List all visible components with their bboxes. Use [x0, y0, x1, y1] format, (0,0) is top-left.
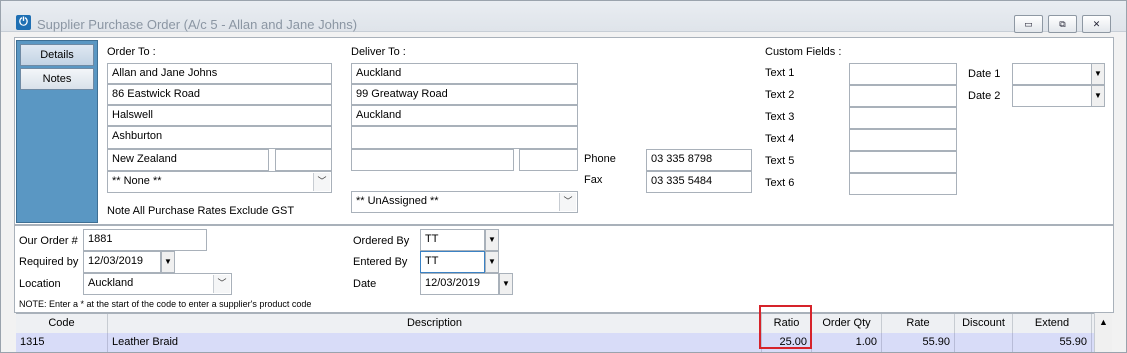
entered-by-field[interactable]: TT	[420, 251, 485, 273]
date-label: Date	[353, 278, 377, 290]
cell-code[interactable]: 1315	[16, 333, 108, 352]
deliver-to-line4[interactable]	[351, 126, 578, 149]
scroll-up-icon[interactable]: ▲	[1099, 317, 1108, 327]
col-description[interactable]: Description	[108, 314, 762, 333]
text2-field[interactable]	[849, 85, 957, 107]
cell-discount[interactable]	[955, 333, 1013, 352]
text5-label: Text 5	[765, 155, 795, 167]
order-to-postcode[interactable]	[275, 149, 332, 171]
date1-dropdown-icon[interactable]: ▼	[1091, 63, 1105, 85]
date-field[interactable]: 12/03/2019	[420, 273, 499, 295]
side-nav: Details Notes	[16, 40, 98, 223]
phone-field[interactable]: 03 335 8798	[646, 149, 752, 171]
text6-field[interactable]	[849, 173, 957, 195]
date2-label: Date 2	[968, 90, 1001, 102]
required-by-field[interactable]: 12/03/2019	[83, 251, 161, 273]
fax-field[interactable]: 03 335 5484	[646, 171, 752, 193]
date-dropdown-icon[interactable]: ▼	[499, 273, 513, 295]
col-ratio[interactable]: Ratio	[762, 314, 812, 333]
date1-field[interactable]	[1012, 63, 1092, 85]
order-to-country[interactable]: New Zealand	[107, 149, 269, 171]
close-button[interactable]: ✕	[1082, 15, 1111, 33]
date2-dropdown-icon[interactable]: ▼	[1091, 85, 1105, 107]
deliver-to-postcode[interactable]	[519, 149, 578, 171]
location-label: Location	[19, 278, 61, 290]
minimize-button[interactable]: ▭	[1014, 15, 1043, 33]
title-bar: ⏻ Supplier Purchase Order (A/c 5 - Allan…	[1, 1, 1126, 33]
col-rate[interactable]: Rate	[882, 314, 955, 333]
col-discount[interactable]: Discount	[955, 314, 1013, 333]
grid-scrollbar[interactable]: ▲	[1094, 313, 1112, 352]
chevron-down-icon[interactable]: ﹀	[559, 193, 576, 211]
deliver-to-line5[interactable]	[351, 149, 514, 171]
restore-button[interactable]: ⧉	[1048, 15, 1077, 33]
ordered-by-dropdown-icon[interactable]: ▼	[485, 229, 499, 251]
location-value: Auckland	[88, 277, 134, 289]
purchase-order-window: ⏻ Supplier Purchase Order (A/c 5 - Allan…	[0, 0, 1127, 353]
deliver-to-line1[interactable]: Auckland	[351, 63, 578, 84]
text2-label: Text 2	[765, 89, 795, 101]
tax-combo[interactable]: ** None ** ﹀	[107, 171, 332, 193]
col-order-qty[interactable]: Order Qty	[812, 314, 882, 333]
tab-notes[interactable]: Notes	[20, 68, 94, 90]
text4-label: Text 4	[765, 133, 795, 145]
entered-by-label: Entered By	[353, 256, 408, 268]
entered-by-dropdown-icon[interactable]: ▼	[485, 251, 499, 273]
gst-note: Note All Purchase Rates Exclude GST	[107, 205, 295, 217]
our-order-label: Our Order #	[19, 235, 78, 247]
delivery-combo-value: ** UnAssigned **	[356, 195, 439, 207]
col-extend[interactable]: Extend	[1013, 314, 1092, 333]
cell-description[interactable]: Leather Braid	[108, 333, 762, 352]
order-to-line2[interactable]: 86 Eastwick Road	[107, 84, 332, 105]
table-row[interactable]: 1315 Leather Braid 25.00 1.00 55.90 55.9…	[16, 333, 1111, 352]
text6-label: Text 6	[765, 177, 795, 189]
tax-combo-value: ** None **	[112, 175, 162, 187]
delivery-combo[interactable]: ** UnAssigned ** ﹀	[351, 191, 578, 213]
date1-label: Date 1	[968, 68, 1001, 80]
phone-label: Phone	[584, 153, 616, 165]
window-title: Supplier Purchase Order (A/c 5 - Allan a…	[37, 17, 358, 32]
supplier-code-note: NOTE: Enter a * at the start of the code…	[19, 299, 312, 309]
fax-label: Fax	[584, 174, 603, 186]
text1-label: Text 1	[765, 67, 795, 79]
our-order-field[interactable]: 1881	[83, 229, 207, 251]
deliver-to-line2[interactable]: 99 Greatway Road	[351, 84, 578, 105]
ordered-by-field[interactable]: TT	[420, 229, 485, 251]
chevron-down-icon[interactable]: ﹀	[213, 275, 230, 293]
deliver-to-label: Deliver To :	[351, 46, 406, 58]
chevron-down-icon[interactable]: ﹀	[313, 173, 330, 191]
order-to-line3[interactable]: Halswell	[107, 105, 332, 126]
lines-grid-header: Code Description Ratio Order Qty Rate Di…	[16, 313, 1111, 334]
required-by-label: Required by	[19, 256, 79, 268]
text3-field[interactable]	[849, 107, 957, 129]
power-icon: ⏻	[16, 15, 31, 30]
order-to-line4[interactable]: Ashburton	[107, 126, 332, 149]
tab-details[interactable]: Details	[20, 44, 94, 66]
cell-ratio[interactable]: 25.00	[762, 333, 812, 352]
custom-fields-label: Custom Fields :	[765, 46, 842, 58]
order-to-label: Order To :	[107, 46, 156, 58]
text1-field[interactable]	[849, 63, 957, 85]
order-to-line1[interactable]: Allan and Jane Johns	[107, 63, 332, 84]
date2-field[interactable]	[1012, 85, 1092, 107]
cell-order-qty[interactable]: 1.00	[812, 333, 882, 352]
deliver-to-line3[interactable]: Auckland	[351, 105, 578, 126]
text5-field[interactable]	[849, 151, 957, 173]
required-by-dropdown-icon[interactable]: ▼	[161, 251, 175, 273]
cell-rate[interactable]: 55.90	[882, 333, 955, 352]
col-code[interactable]: Code	[16, 314, 108, 333]
text3-label: Text 3	[765, 111, 795, 123]
cell-extend[interactable]: 55.90	[1013, 333, 1092, 352]
location-combo[interactable]: Auckland ﹀	[83, 273, 232, 295]
ordered-by-label: Ordered By	[353, 235, 410, 247]
text4-field[interactable]	[849, 129, 957, 151]
